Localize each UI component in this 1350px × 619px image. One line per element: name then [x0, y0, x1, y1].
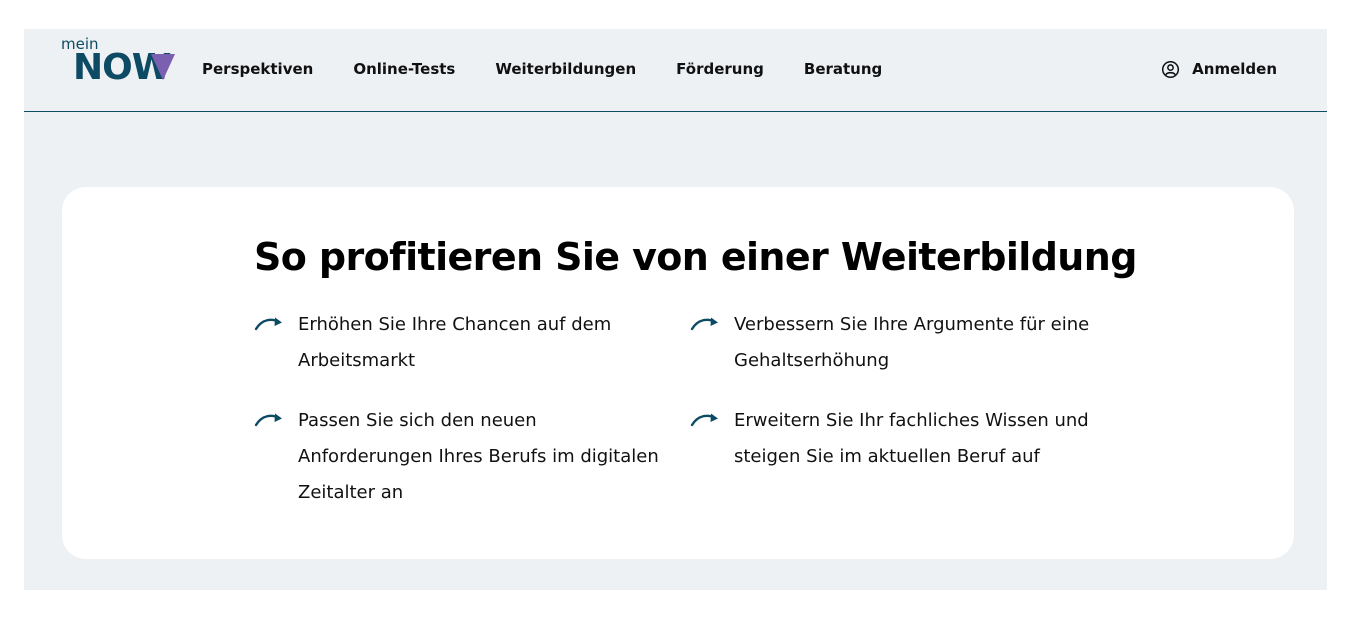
- benefit-text: Passen Sie sich den neuen Anforderungen …: [298, 410, 659, 503]
- arrow-curve-right-icon: [254, 317, 282, 331]
- benefits-title: So profitieren Sie von einer Weiterbildu…: [254, 235, 1137, 279]
- login-button[interactable]: Anmelden: [1161, 59, 1277, 79]
- nav-item-foerderung[interactable]: Förderung: [676, 59, 764, 79]
- main-nav: Perspektiven Online-Tests Weiterbildunge…: [202, 59, 922, 79]
- arrow-curve-right-icon: [254, 413, 282, 427]
- nav-item-online-tests[interactable]: Online-Tests: [353, 59, 455, 79]
- site-header: mein NOW Perspektiven Online-Tests Weite…: [24, 29, 1327, 112]
- nav-item-perspektiven[interactable]: Perspektiven: [202, 59, 313, 79]
- mein-now-logo[interactable]: mein NOW: [61, 35, 176, 89]
- user-circle-icon: [1162, 60, 1180, 78]
- benefits-card: So profitieren Sie von einer Weiterbildu…: [62, 187, 1294, 559]
- benefit-text: Erhöhen Sie Ihre Chancen auf dem Arbeits…: [298, 314, 612, 371]
- page-frame: mein NOW Perspektiven Online-Tests Weite…: [24, 29, 1327, 590]
- nav-item-weiterbildungen[interactable]: Weiterbildungen: [495, 59, 636, 79]
- arrow-curve-right-icon: [690, 413, 718, 427]
- logo-chevron-icon: [151, 54, 175, 80]
- benefit-text: Erweitern Sie Ihr fachliches Wissen und …: [734, 410, 1089, 467]
- login-label: Anmelden: [1192, 60, 1277, 78]
- nav-item-beratung[interactable]: Beratung: [804, 59, 882, 79]
- benefit-text: Verbessern Sie Ihre Argumente für eine G…: [734, 314, 1090, 371]
- arrow-curve-right-icon: [690, 317, 718, 331]
